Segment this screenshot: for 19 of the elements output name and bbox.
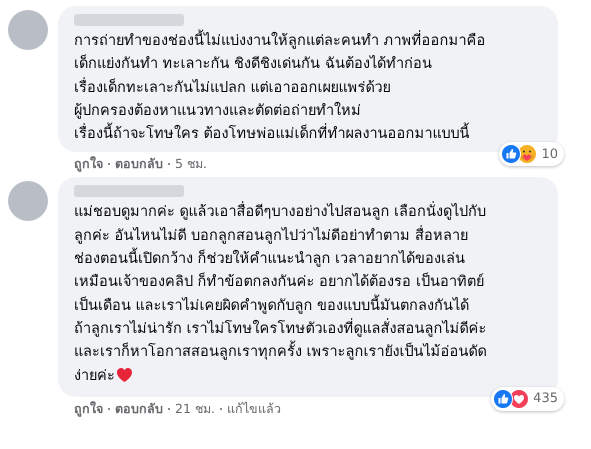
reactions-badge[interactable]: 10 [499, 142, 564, 166]
reactions-badge[interactable]: 435 [491, 386, 564, 411]
separator-dot [108, 163, 110, 166]
avatar-placeholder[interactable] [8, 10, 48, 50]
separator-dot [220, 408, 222, 410]
reaction-count: 435 [533, 391, 558, 406]
avatar-placeholder[interactable] [8, 181, 48, 222]
edited-label: แก้ไขแล้ว [226, 400, 281, 418]
separator-dot [168, 163, 170, 166]
like-link[interactable]: ถูกใจ [74, 155, 103, 174]
timestamp[interactable]: 21 ชม. [175, 400, 215, 418]
reply-link[interactable]: ตอบกลับ [115, 155, 163, 174]
timestamp[interactable]: 5 ชม. [175, 155, 207, 174]
separator-dot [108, 408, 110, 410]
like-link[interactable]: ถูกใจ [74, 400, 103, 418]
reply-link[interactable]: ตอบกลับ [115, 400, 163, 418]
separator-dot [168, 408, 170, 410]
heart-icon [116, 366, 133, 383]
reaction-count: 10 [541, 146, 558, 162]
